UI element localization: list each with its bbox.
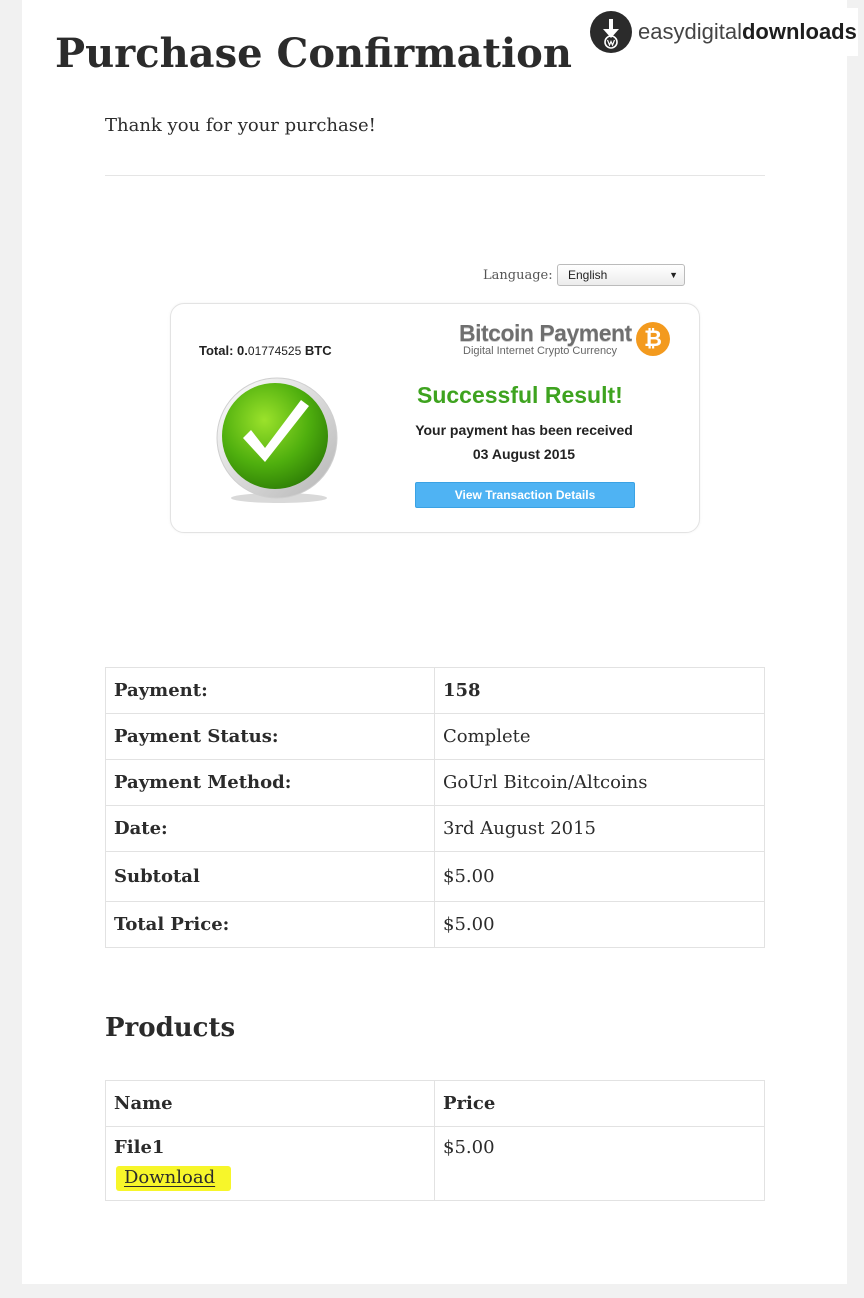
language-selected-value: English bbox=[568, 268, 608, 282]
table-header-row: Name Price bbox=[105, 1080, 765, 1127]
payment-received-text: Your payment has been received bbox=[415, 422, 633, 438]
download-icon bbox=[590, 11, 632, 53]
product-price: $5.00 bbox=[434, 1126, 765, 1201]
date-value: 3rd August 2015 bbox=[434, 805, 765, 852]
payment-date: 03 August 2015 bbox=[472, 446, 576, 462]
column-header-price: Price bbox=[434, 1080, 765, 1127]
total-price-value: $5.00 bbox=[434, 901, 765, 948]
subtotal-value: $5.00 bbox=[434, 851, 765, 902]
page-title: Purchase Confirmation bbox=[55, 30, 572, 77]
view-transaction-button[interactable]: View Transaction Details bbox=[415, 482, 635, 508]
payment-id-value: 158 bbox=[434, 667, 765, 714]
table-row: Total Price: $5.00 bbox=[105, 901, 765, 948]
column-header-name: Name bbox=[105, 1080, 435, 1127]
payment-details-table: Payment: 158 Payment Status: Complete Pa… bbox=[105, 667, 765, 948]
subtotal-label: Subtotal bbox=[105, 851, 435, 902]
product-name: File1 bbox=[114, 1137, 165, 1158]
products-heading: Products bbox=[105, 1013, 236, 1043]
table-row: Payment Method: GoUrl Bitcoin/Altcoins bbox=[105, 759, 765, 806]
success-title: Successful Result! bbox=[417, 382, 623, 408]
payment-status-value: Complete bbox=[434, 713, 765, 760]
bitcoin-icon: ₿ bbox=[636, 322, 670, 356]
table-row: Payment Status: Complete bbox=[105, 713, 765, 760]
edd-logo[interactable]: easydigitaldownloads bbox=[586, 8, 858, 56]
date-label: Date: bbox=[105, 805, 435, 852]
table-row: Subtotal $5.00 bbox=[105, 851, 765, 902]
table-row: File1 Download $5.00 bbox=[105, 1126, 765, 1201]
product-name-cell: File1 Download bbox=[105, 1126, 435, 1201]
success-checkmark-icon bbox=[213, 376, 343, 506]
logo-wordmark: easydigitaldownloads bbox=[638, 19, 857, 44]
language-select[interactable]: English ▼ bbox=[557, 264, 685, 286]
chevron-down-icon: ▼ bbox=[669, 270, 678, 280]
bitcoin-payment-box: Total: 0.01774525 BTC Bitcoin Payment Di… bbox=[170, 303, 700, 533]
language-label: Language: bbox=[483, 268, 553, 283]
thank-you-message: Thank you for your purchase! bbox=[105, 115, 376, 136]
payment-id-label: Payment: bbox=[105, 667, 435, 714]
total-price-label: Total Price: bbox=[105, 901, 435, 948]
table-row: Date: 3rd August 2015 bbox=[105, 805, 765, 852]
payment-status-label: Payment Status: bbox=[105, 713, 435, 760]
divider bbox=[105, 175, 765, 176]
payment-method-value: GoUrl Bitcoin/Altcoins bbox=[434, 759, 765, 806]
payment-method-label: Payment Method: bbox=[105, 759, 435, 806]
products-table: Name Price File1 Download $5.00 bbox=[105, 1080, 765, 1201]
btc-total: Total: 0.01774525 BTC bbox=[199, 343, 332, 358]
download-link[interactable]: Download bbox=[116, 1166, 232, 1191]
table-row: Payment: 158 bbox=[105, 667, 765, 714]
